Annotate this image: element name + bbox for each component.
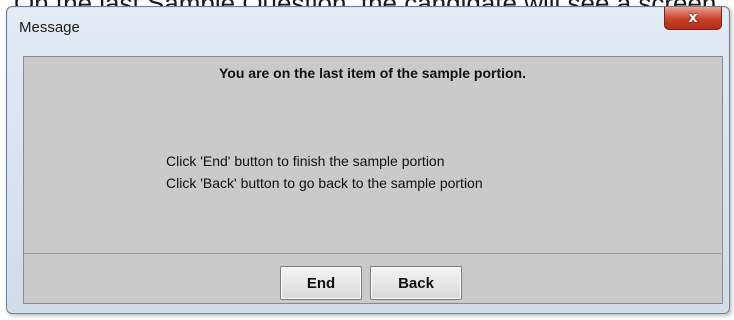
- end-button[interactable]: End: [280, 266, 362, 300]
- message-heading: You are on the last item of the sample p…: [218, 65, 526, 81]
- close-icon: x: [688, 10, 698, 26]
- message-panel: You are on the last item of the sample p…: [24, 57, 721, 254]
- title-bar[interactable]: Message x: [7, 7, 729, 51]
- message-line-back: Click 'Back' button to go back to the sa…: [166, 175, 483, 191]
- message-dialog: Message x You are on the last item of th…: [6, 6, 730, 314]
- close-button[interactable]: x: [664, 7, 722, 30]
- dialog-title: Message: [19, 19, 80, 36]
- message-line-end: Click 'End' button to finish the sample …: [166, 153, 445, 169]
- back-button[interactable]: Back: [370, 266, 462, 300]
- button-row: End Back: [24, 254, 722, 303]
- dialog-content: You are on the last item of the sample p…: [23, 56, 723, 304]
